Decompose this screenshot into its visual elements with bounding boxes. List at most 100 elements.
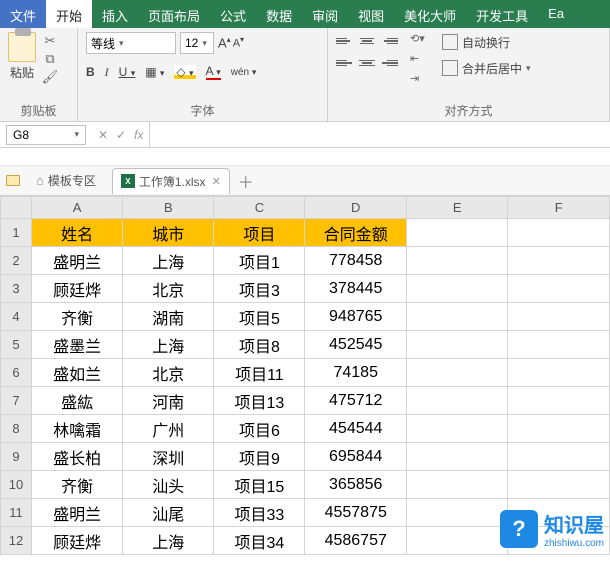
- underline-button[interactable]: U ▾: [119, 65, 136, 79]
- cell[interactable]: 4586757: [305, 527, 407, 555]
- cell[interactable]: [508, 219, 610, 247]
- row-header[interactable]: 5: [1, 331, 32, 359]
- menu-tab-extra[interactable]: Ea: [538, 0, 574, 28]
- cell[interactable]: [508, 247, 610, 275]
- cell[interactable]: 汕尾: [123, 499, 214, 527]
- fill-color-button[interactable]: ◇ ▾: [174, 65, 195, 79]
- cell[interactable]: [406, 471, 508, 499]
- cell[interactable]: 项目11: [214, 359, 305, 387]
- cut-icon[interactable]: ✂: [42, 34, 58, 48]
- open-folder-icon[interactable]: [6, 175, 20, 186]
- cell[interactable]: 盛长柏: [32, 443, 123, 471]
- menu-tab-formulas[interactable]: 公式: [210, 0, 256, 28]
- cell[interactable]: 365856: [305, 471, 407, 499]
- cell[interactable]: 盛紘: [32, 387, 123, 415]
- cell[interactable]: [508, 387, 610, 415]
- cell[interactable]: 项目5: [214, 303, 305, 331]
- cell[interactable]: 上海: [123, 331, 214, 359]
- cell[interactable]: 广州: [123, 415, 214, 443]
- cell[interactable]: [508, 415, 610, 443]
- menu-tab-beautify[interactable]: 美化大师: [394, 0, 466, 28]
- cell[interactable]: 项目15: [214, 471, 305, 499]
- cell[interactable]: 475712: [305, 387, 407, 415]
- cell[interactable]: 上海: [123, 527, 214, 555]
- cell[interactable]: 778458: [305, 247, 407, 275]
- cell[interactable]: 湖南: [123, 303, 214, 331]
- new-tab-button[interactable]: ＋: [238, 169, 254, 193]
- decrease-indent-icon[interactable]: ⇤: [410, 52, 428, 66]
- menu-tab-view[interactable]: 视图: [348, 0, 394, 28]
- col-header[interactable]: B: [123, 197, 214, 219]
- cell[interactable]: [406, 359, 508, 387]
- fx-icon[interactable]: fx: [134, 128, 143, 142]
- row-header[interactable]: 7: [1, 387, 32, 415]
- cell[interactable]: 项目1: [214, 247, 305, 275]
- orientation-button[interactable]: ⟲▾: [410, 32, 428, 46]
- workbook-tab[interactable]: X工作簿1.xlsx✕: [112, 168, 230, 194]
- cell[interactable]: 合同金额: [305, 219, 407, 247]
- cell[interactable]: [406, 331, 508, 359]
- cell[interactable]: 454544: [305, 415, 407, 443]
- select-all-corner[interactable]: [1, 197, 32, 219]
- cancel-formula-icon[interactable]: ✕: [98, 128, 108, 142]
- cell[interactable]: 顾廷烨: [32, 527, 123, 555]
- font-color-button[interactable]: A ▾: [206, 64, 221, 80]
- cell[interactable]: [406, 415, 508, 443]
- templates-tab[interactable]: ⌂模板专区: [28, 168, 104, 193]
- row-header[interactable]: 11: [1, 499, 32, 527]
- cell[interactable]: 项目8: [214, 331, 305, 359]
- cell[interactable]: 项目34: [214, 527, 305, 555]
- cell[interactable]: 74185: [305, 359, 407, 387]
- cell[interactable]: [406, 527, 508, 555]
- menu-tab-developer[interactable]: 开发工具: [466, 0, 538, 28]
- cell[interactable]: 齐衡: [32, 471, 123, 499]
- col-header[interactable]: A: [32, 197, 123, 219]
- cell[interactable]: 378445: [305, 275, 407, 303]
- cell[interactable]: 项目9: [214, 443, 305, 471]
- col-header[interactable]: C: [214, 197, 305, 219]
- phonetic-button[interactable]: wén ▾: [231, 67, 257, 78]
- cell[interactable]: 河南: [123, 387, 214, 415]
- cell[interactable]: [406, 387, 508, 415]
- cell[interactable]: [508, 527, 610, 555]
- font-size-combo[interactable]: 12▾: [180, 32, 214, 54]
- paste-icon[interactable]: [8, 32, 36, 62]
- cell[interactable]: 北京: [123, 275, 214, 303]
- col-header[interactable]: F: [508, 197, 610, 219]
- cell[interactable]: [508, 499, 610, 527]
- cell[interactable]: [508, 303, 610, 331]
- bold-button[interactable]: B: [86, 65, 95, 79]
- row-header[interactable]: 9: [1, 443, 32, 471]
- cell[interactable]: 上海: [123, 247, 214, 275]
- menu-tab-insert[interactable]: 插入: [92, 0, 138, 28]
- increase-font-icon[interactable]: A▴: [218, 35, 231, 50]
- row-header[interactable]: 12: [1, 527, 32, 555]
- row-header[interactable]: 8: [1, 415, 32, 443]
- cell[interactable]: 4557875: [305, 499, 407, 527]
- row-header[interactable]: 6: [1, 359, 32, 387]
- italic-button[interactable]: I: [105, 65, 109, 80]
- row-header[interactable]: 10: [1, 471, 32, 499]
- decrease-font-icon[interactable]: A▾: [233, 35, 244, 50]
- menu-file[interactable]: 文件: [0, 0, 46, 28]
- border-button[interactable]: ▦ ▾: [145, 65, 164, 79]
- row-header[interactable]: 4: [1, 303, 32, 331]
- copy-icon[interactable]: ⧉: [42, 52, 58, 66]
- formula-bar[interactable]: [149, 122, 610, 147]
- font-name-combo[interactable]: 等线▾: [86, 32, 176, 54]
- cell[interactable]: [508, 359, 610, 387]
- cell[interactable]: 深圳: [123, 443, 214, 471]
- cell[interactable]: 汕头: [123, 471, 214, 499]
- cell[interactable]: 齐衡: [32, 303, 123, 331]
- cell[interactable]: 北京: [123, 359, 214, 387]
- cell[interactable]: [406, 499, 508, 527]
- cell[interactable]: 项目3: [214, 275, 305, 303]
- close-tab-icon[interactable]: ✕: [212, 175, 221, 188]
- wrap-text-button[interactable]: 自动换行: [442, 32, 531, 52]
- increase-indent-icon[interactable]: ⇥: [410, 72, 428, 86]
- name-box[interactable]: G8▾: [6, 125, 86, 145]
- cell[interactable]: 948765: [305, 303, 407, 331]
- cell[interactable]: 695844: [305, 443, 407, 471]
- cell[interactable]: 项目6: [214, 415, 305, 443]
- menu-tab-review[interactable]: 审阅: [302, 0, 348, 28]
